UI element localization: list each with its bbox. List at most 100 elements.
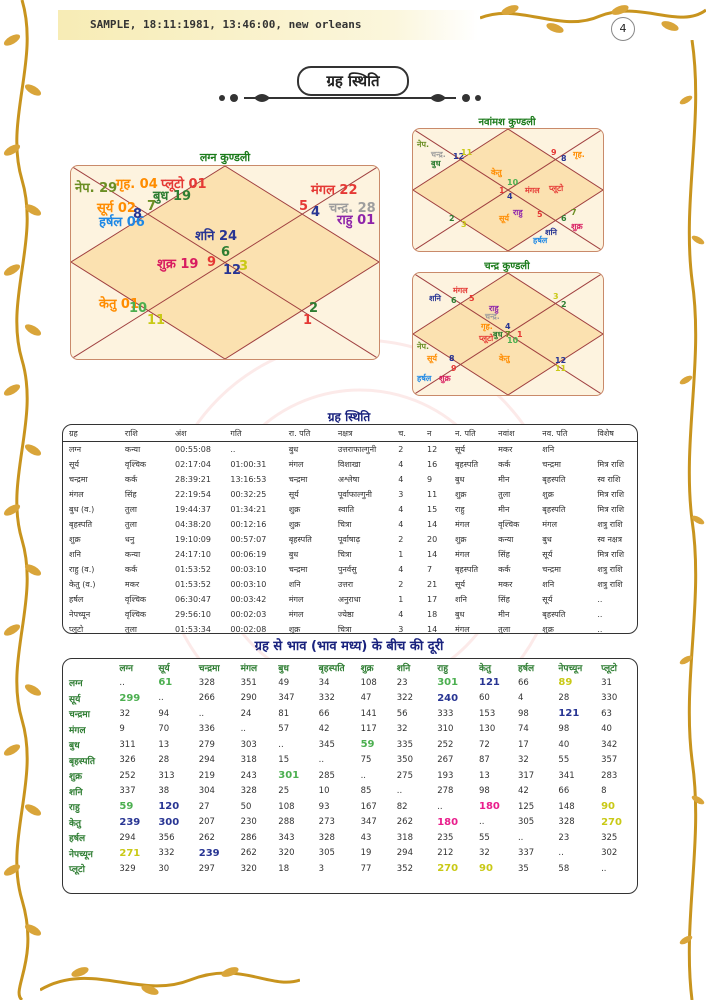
floral-border-bottom: [40, 967, 300, 995]
chandra-kundli-label: प्लूटो: [479, 334, 494, 343]
lagna-kundli-label: 5: [299, 199, 309, 214]
table-cell: धनु: [124, 535, 135, 544]
table-cell: 43: [360, 832, 372, 843]
row-header: लग्न: [69, 679, 83, 690]
column-header: नक्षत्र: [331, 425, 393, 442]
table-cell: शनि: [69, 550, 81, 559]
table-cell: 333: [437, 708, 454, 719]
table-cell: 108: [360, 677, 377, 688]
table-cell: शुक्र: [542, 625, 554, 634]
table-cell: 121: [479, 677, 500, 689]
table-cell: 25: [278, 786, 290, 797]
table-header-row: ग्रह राशि अंश गति रा. पति नक्षत्र च. न न. पति नवा…: [63, 425, 637, 442]
table-cell: 311: [119, 739, 136, 750]
table-cell: स्व नक्षत्र: [597, 535, 623, 544]
table-cell: 235: [437, 832, 454, 843]
table-cell: 347: [360, 817, 377, 828]
column-header: राशि: [118, 425, 170, 442]
column-header: मंगल: [240, 663, 258, 674]
table-cell: ..: [158, 693, 164, 704]
navamsha-kundli-title: नवांमश कुण्डली: [478, 117, 536, 128]
table-cell: 14: [427, 520, 438, 529]
table-cell: 125: [517, 801, 535, 812]
table-cell: 336: [198, 724, 215, 735]
table-cell: बृहस्पति: [69, 520, 93, 529]
table-cell: 320: [240, 863, 257, 874]
lagna-kundli-label: सूर्य 02: [97, 201, 136, 216]
table-cell: बुध: [542, 535, 552, 544]
table-cell: मित्र राशि: [597, 490, 625, 499]
navamsha-kundli-label: नेप.: [417, 140, 430, 149]
table-cell: 15: [278, 755, 290, 766]
table-cell: 326: [119, 755, 136, 766]
navamsha-kundli-label: 5: [537, 210, 543, 219]
row-header: मंगल: [69, 725, 86, 736]
table-cell: 00:06:19: [230, 550, 267, 559]
table-cell: 262: [240, 848, 257, 859]
table-cell: 38: [158, 786, 170, 797]
table-header-row: लग्न सूर्य चन्द्रमा मंगल बुध बृहस्पति शुक्र शनि…: [63, 659, 637, 675]
navamsha-kundli-label: सूर्य: [499, 214, 510, 223]
table-cell: 19: [360, 848, 372, 859]
table-cell: [591, 442, 637, 458]
chandra-kundli: मंगल शनि 6 5 3 2 राहु चन्द्र. 4 गृह. बुध 7 प्लूटो 1 10…: [412, 272, 604, 396]
table-cell: 294: [198, 755, 215, 766]
chandra-kundli-label: चन्द्र.: [485, 312, 500, 321]
table-cell: 343: [278, 832, 295, 843]
navamsha-kundli-label: 7: [571, 208, 577, 217]
chandra-kundli-label: 3: [553, 292, 559, 301]
chandra-kundli-label: 2: [561, 300, 567, 309]
table-cell: 89: [558, 677, 573, 689]
table-row: लग्न कन्या 00:55:08.. बुध उत्तराफाल्गुनी 2 12 स…: [63, 442, 637, 458]
table-cell: 14: [427, 550, 438, 559]
table-cell: 01:53:52: [175, 565, 211, 574]
table-cell: वृश्चिक: [124, 460, 147, 469]
table-cell: 300: [158, 816, 180, 828]
table-cell: 3: [318, 863, 325, 874]
table-cell: सूर्य: [454, 445, 466, 454]
table-cell: 313: [158, 770, 175, 781]
table-cell: 4: [398, 520, 404, 529]
column-header: लग्न: [119, 663, 134, 674]
table-cell: शुक्र: [69, 535, 81, 544]
chandra-kundli-label: केतु: [499, 354, 510, 363]
chandra-kundli-label: 8: [449, 354, 455, 363]
row-header: केतु: [69, 818, 82, 829]
table-cell: 332: [158, 848, 175, 859]
table-cell: 77: [360, 863, 372, 874]
table-cell: 318: [240, 755, 257, 766]
table-row: चन्द्रमा 32 94.. 24 81 66 141 56 333 153 98 121 63: [63, 706, 637, 722]
column-header: न. पति: [448, 425, 493, 442]
table-cell: नेपच्यून: [69, 610, 91, 619]
chandra-kundli-label: 11: [555, 364, 567, 373]
table-cell: 58: [558, 863, 570, 874]
table-cell: 297: [198, 863, 215, 874]
row-header: प्लूटो: [69, 865, 85, 876]
table-cell: कन्या: [498, 535, 514, 544]
table-cell: मकर: [498, 580, 513, 589]
table-cell: 63: [601, 708, 612, 719]
navamsha-kundli-label: राहु: [513, 208, 523, 217]
chandra-kundli-label: शनि: [429, 294, 441, 303]
column-header: केतु: [479, 663, 492, 674]
table-cell: 28: [558, 693, 570, 704]
navamsha-kundli-label: 1: [499, 186, 505, 195]
table-cell: 22:19:54: [175, 490, 211, 499]
table-cell: मंगल: [69, 490, 84, 499]
table-row: राहु (व.) कर्क 01:53:52 00:03:10 चन्द्रमा पुन…: [63, 562, 637, 577]
table-cell: 342: [601, 739, 618, 750]
table-cell: 59: [360, 739, 375, 751]
table-cell: मित्र राशि: [597, 460, 625, 469]
chandra-kundli-label: सूर्य: [427, 354, 438, 363]
table-cell: तुला: [124, 625, 137, 634]
table-cell: 4: [398, 475, 404, 484]
table-cell: शनि: [454, 595, 467, 604]
table-row: शनि 337 38 304 328 25 10 85.. 278 98 42 66 8: [63, 784, 637, 800]
table-row: बृहस्पति 326 28 294 318 15.. 75 350 267 87 32 55 357: [63, 753, 637, 769]
table-cell: 141: [360, 708, 377, 719]
table-cell: बुध: [288, 445, 299, 454]
lagna-kundli-label: शनि 24: [195, 229, 238, 244]
table-cell: 9: [427, 475, 433, 484]
table-cell: सिंह: [498, 550, 510, 559]
table-cell: 271: [119, 847, 141, 859]
